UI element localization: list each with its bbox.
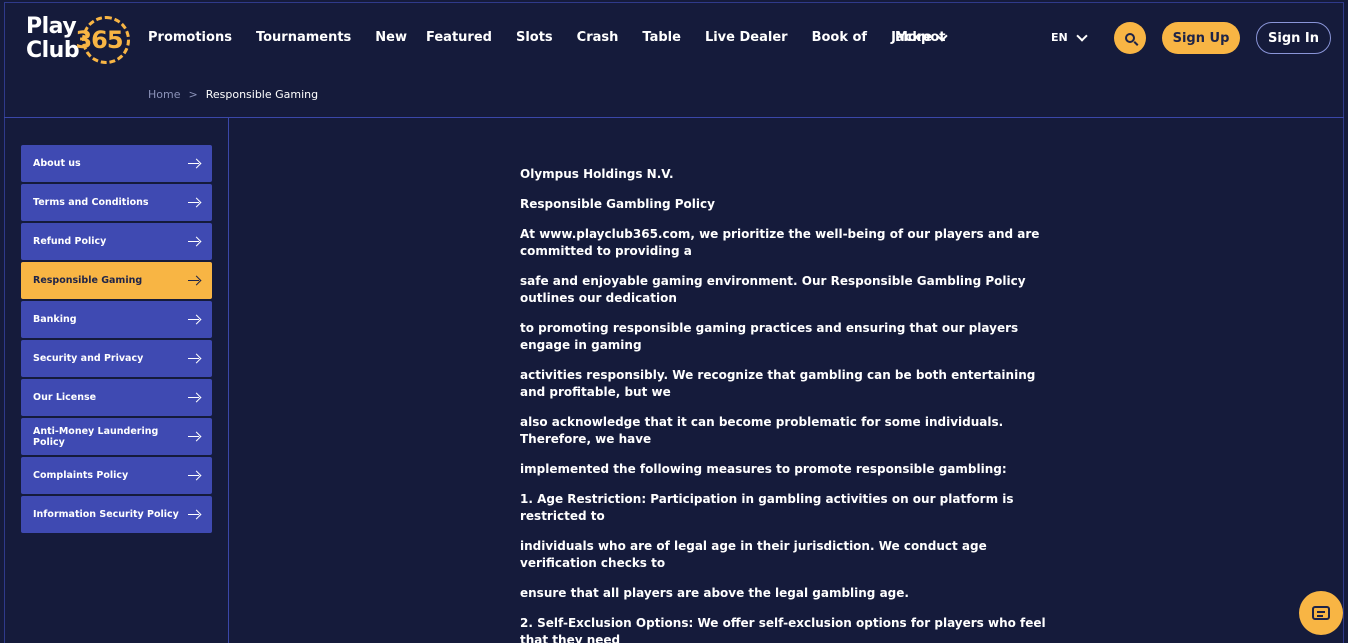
sidebar-item-label: Our License [33,392,97,403]
sidebar-divider [228,117,229,643]
nav-item-slots[interactable]: Slots [516,30,553,45]
header-divider [4,117,1344,118]
policy-paragraph: Olympus Holdings N.V. [520,167,674,181]
chat-icon [1312,606,1330,620]
language-label: EN [1051,31,1068,44]
nav-more-label: More [895,30,933,45]
arrow-right-icon [188,510,200,520]
nav-item-promotions[interactable]: Promotions [148,30,232,45]
chevron-down-icon [936,29,948,42]
policy-paragraph: 2. Self-Exclusion Options: We offer self… [520,616,1046,643]
sidebar-item-label: Banking [33,314,77,325]
policy-paragraph: also acknowledge that it can become prob… [520,415,1004,446]
breadcrumb-current: Responsible Gaming [205,88,319,101]
policy-content: Olympus Holdings N.V. Responsible Gamblin… [520,166,1060,643]
sidebar-item-label: Anti-Money Laundering Policy [33,425,159,448]
policy-paragraph: 1. Age Restriction: Participation in gam… [520,492,1014,523]
nav-item-live-dealer[interactable]: Live Dealer [705,30,788,45]
nav-item-tournaments[interactable]: Tournaments [256,30,351,45]
arrow-right-icon [188,432,200,442]
nav-item-new[interactable]: New [375,30,407,45]
sidebar-item-label: About us [33,158,81,169]
chat-button[interactable] [1299,591,1343,635]
arrow-right-icon [188,276,200,286]
sidebar-item-label: Refund Policy [33,236,107,247]
search-icon [1125,33,1135,43]
logo-chip-icon: 365 [75,16,130,64]
breadcrumb-home-link[interactable]: Home [148,88,180,101]
breadcrumb: Home > Responsible Gaming [148,88,318,101]
search-button[interactable] [1114,22,1146,54]
logo-text-club: Club [26,38,80,63]
policy-paragraph: At www.playclub365.com, we prioritize th… [520,227,1040,258]
nav-more-menu[interactable]: More [895,29,948,45]
sidebar-item-label: Information Security Policy [33,509,179,520]
arrow-right-icon [188,354,200,364]
sidebar-item-label: Complaints Policy [33,470,129,481]
sidebar-item-information-security-policy[interactable]: Information Security Policy [21,496,212,533]
policy-paragraph: safe and enjoyable gaming environment. O… [520,274,1026,305]
policy-paragraph: to promoting responsible gaming practice… [520,321,1019,352]
language-selector[interactable]: EN [1051,29,1088,44]
sidebar-item-responsible-gaming[interactable]: Responsible Gaming [21,262,212,299]
sidebar-item-label: Terms and Conditions [33,197,149,208]
arrow-right-icon [188,237,200,247]
sidebar-item-anti-money-laundering-policy[interactable]: Anti-Money Laundering Policy [21,418,212,455]
arrow-right-icon [188,198,200,208]
sidebar-item-our-license[interactable]: Our License [21,379,212,416]
policy-paragraph: Responsible Gambling Policy [520,197,715,211]
breadcrumb-separator: > [188,88,198,101]
sidebar-item-complaints-policy[interactable]: Complaints Policy [21,457,212,494]
logo-text-play: Play [26,14,77,39]
sidebar-item-terms-and-conditions[interactable]: Terms and Conditions [21,184,212,221]
nav-item-crash[interactable]: Crash [577,30,619,45]
sidebar-item-refund-policy[interactable]: Refund Policy [21,223,212,260]
arrow-right-icon [188,393,200,403]
policy-paragraph: ensure that all players are above the le… [520,586,909,600]
arrow-right-icon [188,471,200,481]
sign-up-button[interactable]: Sign Up [1162,22,1240,54]
policy-paragraph: activities responsibly. We recognize tha… [520,368,1036,399]
sidebar-item-banking[interactable]: Banking [21,301,212,338]
logo-number: 365 [75,26,123,54]
policy-sidebar: About us Terms and Conditions Refund Polic… [21,145,212,535]
policy-paragraph: implemented the following measures to pr… [520,462,1007,476]
sidebar-item-security-and-privacy[interactable]: Security and Privacy [21,340,212,377]
arrow-right-icon [188,159,200,169]
site-logo[interactable]: Play Club 365 [24,14,132,66]
policy-paragraph: individuals who are of legal age in thei… [520,539,987,570]
nav-item-table[interactable]: Table [642,30,681,45]
main-nav: Promotions Tournaments New Featured Slots Cra… [148,30,946,45]
sidebar-item-label: Security and Privacy [33,353,144,364]
arrow-right-icon [188,315,200,325]
sidebar-item-label: Responsible Gaming [33,275,143,286]
sidebar-item-about-us[interactable]: About us [21,145,212,182]
site-header: Play Club 365 Promotions Tournaments New Fe… [0,0,1348,78]
nav-item-featured[interactable]: Featured [426,30,492,45]
nav-item-book-of[interactable]: Book of [812,30,868,45]
chevron-down-icon [1076,29,1088,42]
sign-in-button[interactable]: Sign In [1256,22,1331,54]
